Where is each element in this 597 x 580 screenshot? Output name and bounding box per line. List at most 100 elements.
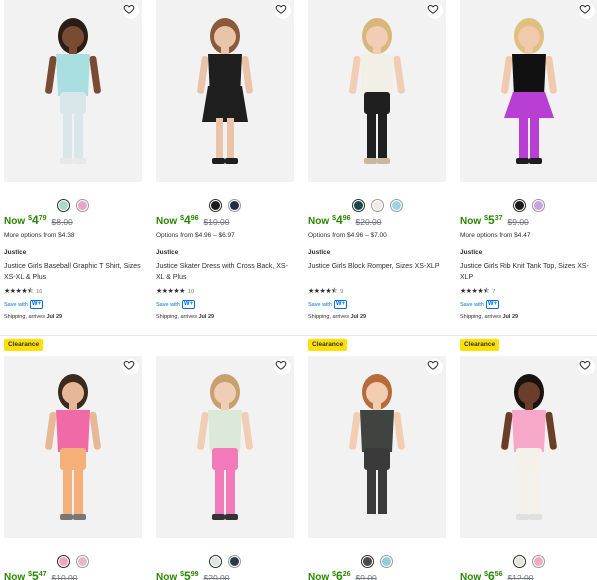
product-title-link[interactable]: Justice Girls Block Romper, Sizes XS-XLP bbox=[308, 261, 448, 272]
was-price: $12.00 bbox=[507, 573, 534, 580]
price-now-label: Now bbox=[156, 216, 178, 227]
price: Now $6 56 $12.00 bbox=[460, 570, 534, 580]
price-cents: 26 bbox=[342, 571, 351, 578]
color-swatches bbox=[4, 200, 142, 212]
color-swatch[interactable] bbox=[77, 556, 88, 567]
favorite-button[interactable] bbox=[275, 3, 291, 19]
price-dollars: 4 bbox=[184, 213, 191, 227]
product-image bbox=[460, 0, 597, 182]
price-dollars: 6 bbox=[488, 569, 495, 580]
price-cents: 96 bbox=[342, 215, 351, 222]
color-swatch[interactable] bbox=[381, 556, 392, 567]
shipping-date: Jul 29 bbox=[350, 314, 367, 320]
review-count: 9 bbox=[340, 289, 344, 295]
clearance-badge: Clearance bbox=[308, 339, 348, 351]
price-options: More options from $4.47 bbox=[460, 232, 531, 239]
price-options: Options from $4.96 – $7.00 bbox=[308, 232, 387, 239]
save-with-walmart-plus[interactable]: Save with W+ bbox=[460, 300, 500, 309]
price-dollars: 4 bbox=[336, 213, 343, 227]
review-count: 7 bbox=[492, 289, 496, 295]
favorite-button[interactable] bbox=[275, 359, 291, 375]
heart-icon bbox=[275, 360, 287, 370]
product-image-container[interactable] bbox=[460, 356, 597, 538]
price-dollars: 5 bbox=[184, 569, 191, 580]
product-image bbox=[4, 0, 142, 182]
save-with-walmart-plus[interactable]: Save with W+ bbox=[156, 300, 196, 309]
favorite-button[interactable] bbox=[427, 3, 443, 19]
price: Now $4 96 $10.00 bbox=[156, 214, 230, 228]
shipping-info: Shipping, arrives Jul 29 bbox=[308, 314, 366, 320]
color-swatch[interactable] bbox=[533, 200, 544, 211]
color-swatches bbox=[308, 556, 446, 568]
was-price: $10.00 bbox=[51, 573, 78, 580]
product-image-container[interactable] bbox=[308, 0, 446, 182]
shipping-info: Shipping, arrives Jul 29 bbox=[4, 314, 62, 320]
price-cents: 56 bbox=[494, 571, 503, 578]
color-swatch[interactable] bbox=[362, 556, 373, 567]
price-dollars: 4 bbox=[32, 213, 39, 227]
favorite-button[interactable] bbox=[427, 359, 443, 375]
save-with-walmart-plus[interactable]: Save with W+ bbox=[308, 300, 348, 309]
product-image bbox=[308, 356, 446, 538]
shipping-label: Shipping, arrives bbox=[460, 314, 501, 320]
heart-icon bbox=[427, 4, 439, 14]
save-with-label: Save with bbox=[460, 301, 484, 308]
color-swatches bbox=[460, 556, 597, 568]
product-image-container[interactable] bbox=[4, 356, 142, 538]
color-swatch[interactable] bbox=[229, 556, 240, 567]
brand-name: Justice bbox=[460, 249, 483, 256]
walmart-plus-icon: W+ bbox=[485, 300, 500, 309]
color-swatches bbox=[156, 556, 294, 568]
price: Now $4 79 $8.00 bbox=[4, 214, 73, 228]
color-swatch[interactable] bbox=[77, 200, 88, 211]
color-swatch[interactable] bbox=[352, 200, 364, 211]
product-title-link[interactable]: Justice Girls Baseball Graphic T Shirt, … bbox=[4, 261, 144, 283]
brand-name: Justice bbox=[156, 249, 179, 256]
favorite-button[interactable] bbox=[123, 3, 139, 19]
was-price: $9.00 bbox=[355, 573, 377, 580]
color-swatches bbox=[156, 200, 294, 212]
price-cents: 99 bbox=[190, 571, 199, 578]
brand-name: Justice bbox=[308, 249, 331, 256]
color-swatch[interactable] bbox=[58, 200, 69, 211]
product-image-container[interactable] bbox=[4, 0, 142, 182]
brand-name: Justice bbox=[4, 249, 27, 256]
price: Now $4 96 $20.00 bbox=[308, 214, 382, 228]
color-swatch[interactable] bbox=[210, 200, 221, 211]
color-swatches bbox=[308, 200, 446, 212]
color-swatch[interactable] bbox=[390, 200, 402, 211]
product-image-container[interactable] bbox=[156, 0, 294, 182]
save-with-label: Save with bbox=[308, 301, 332, 308]
color-swatch[interactable] bbox=[514, 556, 525, 567]
was-price: $9.00 bbox=[507, 217, 529, 227]
heart-icon bbox=[123, 360, 135, 370]
price-cents: 47 bbox=[38, 571, 47, 578]
favorite-button[interactable] bbox=[123, 359, 139, 375]
favorite-button[interactable] bbox=[579, 359, 595, 375]
product-title-link[interactable]: Justice Skater Dress with Cross Back, XS… bbox=[156, 261, 296, 283]
price-options: Options from $4.96 – $6.97 bbox=[156, 232, 235, 239]
save-with-walmart-plus[interactable]: Save with W+ bbox=[4, 300, 44, 309]
favorite-button[interactable] bbox=[579, 3, 595, 19]
was-price: $20.00 bbox=[355, 217, 382, 227]
product-image-container[interactable] bbox=[308, 356, 446, 538]
product-title-link[interactable]: Justice Girls Rib Knit Tank Top, Sizes X… bbox=[460, 261, 597, 283]
color-swatch[interactable] bbox=[210, 556, 221, 567]
price-cents: 96 bbox=[190, 215, 199, 222]
price-dollars: 6 bbox=[336, 569, 343, 580]
shipping-date: Jul 29 bbox=[198, 314, 215, 320]
color-swatch[interactable] bbox=[58, 556, 69, 567]
color-swatch[interactable] bbox=[514, 200, 525, 211]
clearance-badge: Clearance bbox=[4, 339, 44, 351]
price-now-label: Now bbox=[4, 216, 26, 227]
was-price: $8.00 bbox=[51, 217, 73, 227]
price: Now $6 26 $9.00 bbox=[308, 570, 377, 580]
product-image-container[interactable] bbox=[460, 0, 597, 182]
product-image-container[interactable] bbox=[156, 356, 294, 538]
color-swatch[interactable] bbox=[533, 556, 544, 567]
product-image bbox=[4, 356, 142, 538]
color-swatch[interactable] bbox=[229, 200, 240, 211]
walmart-plus-icon: W+ bbox=[29, 300, 44, 309]
color-swatch[interactable] bbox=[371, 200, 383, 211]
price-now-label: Now bbox=[156, 572, 178, 580]
